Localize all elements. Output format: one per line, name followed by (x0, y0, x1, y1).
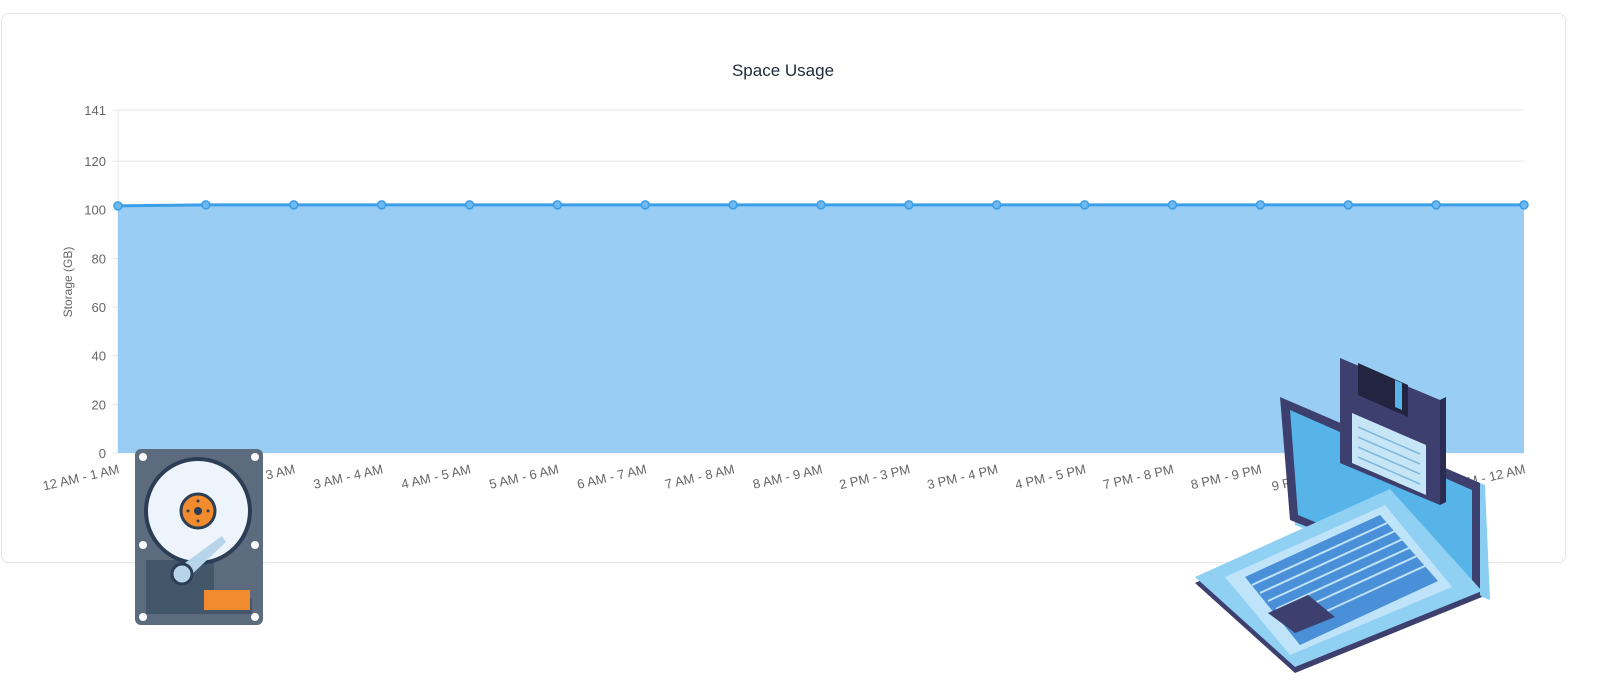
x-tick-label: 2 PM - 3 PM (838, 461, 912, 492)
y-tick-label: 40 (92, 349, 106, 364)
x-tick-label: 6 AM - 7 AM (576, 461, 648, 492)
laptop-floppy-illustration (1195, 358, 1490, 673)
data-point[interactable] (1431, 200, 1441, 210)
y-tick-label: 141 (84, 103, 106, 118)
data-point[interactable] (1519, 200, 1529, 210)
x-tick-label: 4 PM - 5 PM (1014, 461, 1088, 492)
x-tick-label: 12 AM - 1 AM (41, 461, 120, 493)
data-point[interactable] (113, 201, 123, 211)
chart-title: Space Usage (732, 61, 834, 80)
data-point[interactable] (640, 200, 650, 210)
x-tick-label: 3 AM - 4 AM (312, 461, 384, 492)
y-tick-label: 100 (84, 203, 106, 218)
y-tick-label: 120 (84, 154, 106, 169)
y-tick-label: 80 (92, 251, 106, 266)
data-point[interactable] (464, 200, 475, 210)
x-tick-label: 7 AM - 8 AM (663, 461, 735, 492)
data-point[interactable] (904, 200, 914, 210)
data-point[interactable] (552, 200, 563, 210)
x-tick-label: 5 AM - 6 AM (488, 461, 560, 492)
x-tick-label: 4 AM - 5 AM (400, 461, 472, 492)
y-tick-label: 20 (92, 397, 106, 412)
x-tick-label: 3 PM - 4 PM (926, 461, 1000, 492)
data-point[interactable] (289, 200, 299, 210)
hard-drive-icon (135, 449, 263, 625)
data-point[interactable] (1167, 200, 1178, 210)
data-point[interactable] (376, 200, 387, 210)
data-point[interactable] (816, 200, 826, 210)
data-point[interactable] (1079, 200, 1090, 210)
y-tick-label: 60 (92, 300, 106, 315)
data-point[interactable] (1343, 200, 1353, 210)
data-point[interactable] (1255, 200, 1266, 210)
data-point[interactable] (201, 200, 211, 210)
y-tick-label: 0 (99, 446, 106, 461)
data-point[interactable] (728, 200, 738, 210)
data-point[interactable] (992, 200, 1002, 210)
x-tick-label: 7 PM - 8 PM (1101, 461, 1175, 492)
x-tick-label: 8 AM - 9 AM (751, 461, 823, 492)
y-axis-label: Storage (GB) (61, 247, 75, 318)
